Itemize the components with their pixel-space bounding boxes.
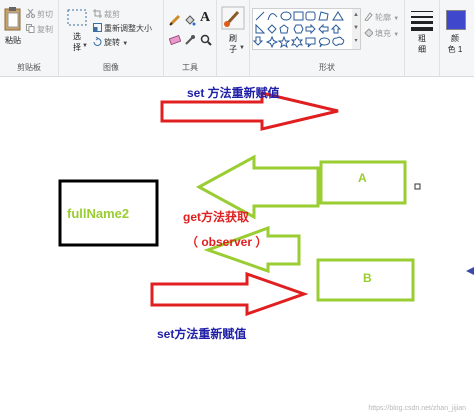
chevron-down-icon[interactable]: ▼ <box>352 22 360 35</box>
fill-button[interactable]: 填充 ▼ <box>364 28 399 39</box>
line-width-icon <box>411 11 433 31</box>
callout-rect-shape-icon <box>305 37 316 48</box>
outline-label: 轮廓 <box>375 13 391 22</box>
copy-label: 复制 <box>37 25 53 34</box>
image-group-label: 图像 <box>103 63 119 72</box>
shapes-group-label: 形状 <box>319 63 335 72</box>
right-triangle-shape-icon <box>255 23 266 34</box>
rotate-icon <box>93 37 102 46</box>
down-arrow-shape-icon <box>252 36 264 46</box>
color1-swatch <box>446 10 466 30</box>
right-arrow-shape-icon <box>305 23 316 35</box>
crop-button[interactable]: 裁剪 <box>93 9 120 20</box>
canvas-resize-handle <box>414 183 421 190</box>
star6-shape-icon <box>290 36 304 48</box>
shapes-gallery[interactable] <box>252 8 354 50</box>
clipboard-group: 粘贴 剪切 复制 剪贴板 <box>0 0 59 76</box>
fill-icon <box>364 28 373 37</box>
outline-button[interactable]: 轮廓 ▼ <box>364 12 399 23</box>
box-b-label: B <box>363 271 372 285</box>
image-group: 选 择 ▼ 裁剪 重新调整大小 旋转 ▼ 图像 <box>59 0 164 76</box>
brushes-group: 刷 子 ▼ <box>217 0 250 76</box>
select-label-1: 选 <box>73 32 81 41</box>
scissors-icon <box>26 9 35 18</box>
select-rect-icon <box>67 9 87 26</box>
top-set-label: set 方法重新赋值 <box>187 86 280 100</box>
shapes-gallery-icons <box>252 11 345 49</box>
drawing-canvas[interactable]: set 方法重新赋值 fullName2 A B get方法获取 （ obser… <box>0 77 474 416</box>
crop-icon <box>93 9 102 18</box>
chevron-down-icon: ▼ <box>239 45 245 51</box>
brush-icon <box>221 6 245 30</box>
outline-icon <box>364 12 373 21</box>
paste-button[interactable]: 粘贴 <box>2 4 24 50</box>
paste-icon <box>4 7 21 31</box>
select-button[interactable]: 选 择 ▼ <box>65 6 89 54</box>
clipboard-group-label: 剪贴板 <box>17 63 41 72</box>
shapes-gallery-scrollbar[interactable]: ▲ ▼ ▾ <box>352 8 361 50</box>
star5-shape-icon <box>277 35 291 49</box>
up-arrow-shape-icon <box>330 24 342 34</box>
diamond-shape-icon <box>267 24 277 34</box>
fill-label: 填充 <box>375 29 391 38</box>
fill-bucket-icon[interactable] <box>184 14 196 26</box>
triangle-shape-icon <box>332 11 344 21</box>
size-label-2: 细 <box>418 45 426 54</box>
observer-label: （ observer ） <box>186 235 268 249</box>
curve-shape-icon <box>267 13 278 21</box>
pentagon-shape-icon <box>279 24 289 34</box>
chevron-down-icon: ▼ <box>393 32 400 38</box>
color1-label-1: 颜 <box>451 34 459 43</box>
star4-shape-icon <box>265 35 279 49</box>
line-shape-icon <box>255 11 265 21</box>
cut-label: 剪切 <box>37 10 53 19</box>
watermark: https://blog.csdn.net/zhan_jijian <box>368 405 466 412</box>
box-a-label: A <box>358 171 367 185</box>
magnifier-icon[interactable] <box>200 34 212 46</box>
resize-icon <box>93 23 102 32</box>
resize-label: 重新调整大小 <box>104 24 152 33</box>
bottom-set-label: set方法重新赋值 <box>157 327 247 341</box>
expand-gallery-icon[interactable]: ▾ <box>352 35 360 48</box>
callout-cloud-shape-icon <box>332 36 345 46</box>
rounded-rectangle-shape-icon <box>305 11 316 21</box>
resize-button[interactable]: 重新调整大小 <box>93 23 152 34</box>
tools-group-label: 工具 <box>182 63 198 72</box>
bottom-red-right-arrow <box>150 271 309 317</box>
get-method-label: get方法获取 <box>183 210 250 224</box>
copy-button[interactable]: 复制 <box>26 24 53 35</box>
chevron-down-icon: ▼ <box>82 43 88 49</box>
rotate-label: 旋转 <box>104 38 120 47</box>
tools-group: A 工具 <box>164 0 217 76</box>
chevron-down-icon: ▼ <box>393 16 400 22</box>
size-label-1: 粗 <box>418 34 426 43</box>
pencil-icon[interactable] <box>169 14 181 26</box>
size-group: 粗 细 <box>405 0 440 76</box>
left-arrow-shape-icon <box>318 23 329 35</box>
chevron-down-icon: ▼ <box>122 41 129 47</box>
hexagon-shape-icon <box>293 24 304 34</box>
crop-label: 裁剪 <box>104 10 120 19</box>
paste-label: 粘贴 <box>5 36 21 45</box>
brushes-label-1: 刷 <box>229 34 237 43</box>
polygon-shape-icon <box>318 11 329 21</box>
copy-icon <box>26 24 35 33</box>
color1-button[interactable]: 颜 色 1 <box>440 0 474 76</box>
eraser-icon[interactable] <box>169 34 181 46</box>
right-edge-marker <box>466 267 474 275</box>
oval-shape-icon <box>280 11 292 21</box>
rotate-button[interactable]: 旋转 ▼ <box>93 37 128 48</box>
fullname2-label: fullName2 <box>67 206 130 221</box>
color1-label-2: 色 1 <box>447 45 463 54</box>
text-tool-icon[interactable]: A <box>200 10 210 26</box>
brushes-button[interactable]: 刷 子 ▼ <box>219 4 247 56</box>
color-picker-icon[interactable] <box>184 34 196 46</box>
cut-button[interactable]: 剪切 <box>26 9 53 20</box>
callout-oval-shape-icon <box>319 37 331 48</box>
rectangle-shape-icon <box>293 11 304 21</box>
size-button[interactable]: 粗 细 <box>409 6 435 58</box>
chevron-up-icon[interactable]: ▲ <box>352 9 360 22</box>
ribbon: 粘贴 剪切 复制 剪贴板 选 择 ▼ 裁剪 重新调整大小 旋转 ▼ 图像 A 工… <box>0 0 474 77</box>
